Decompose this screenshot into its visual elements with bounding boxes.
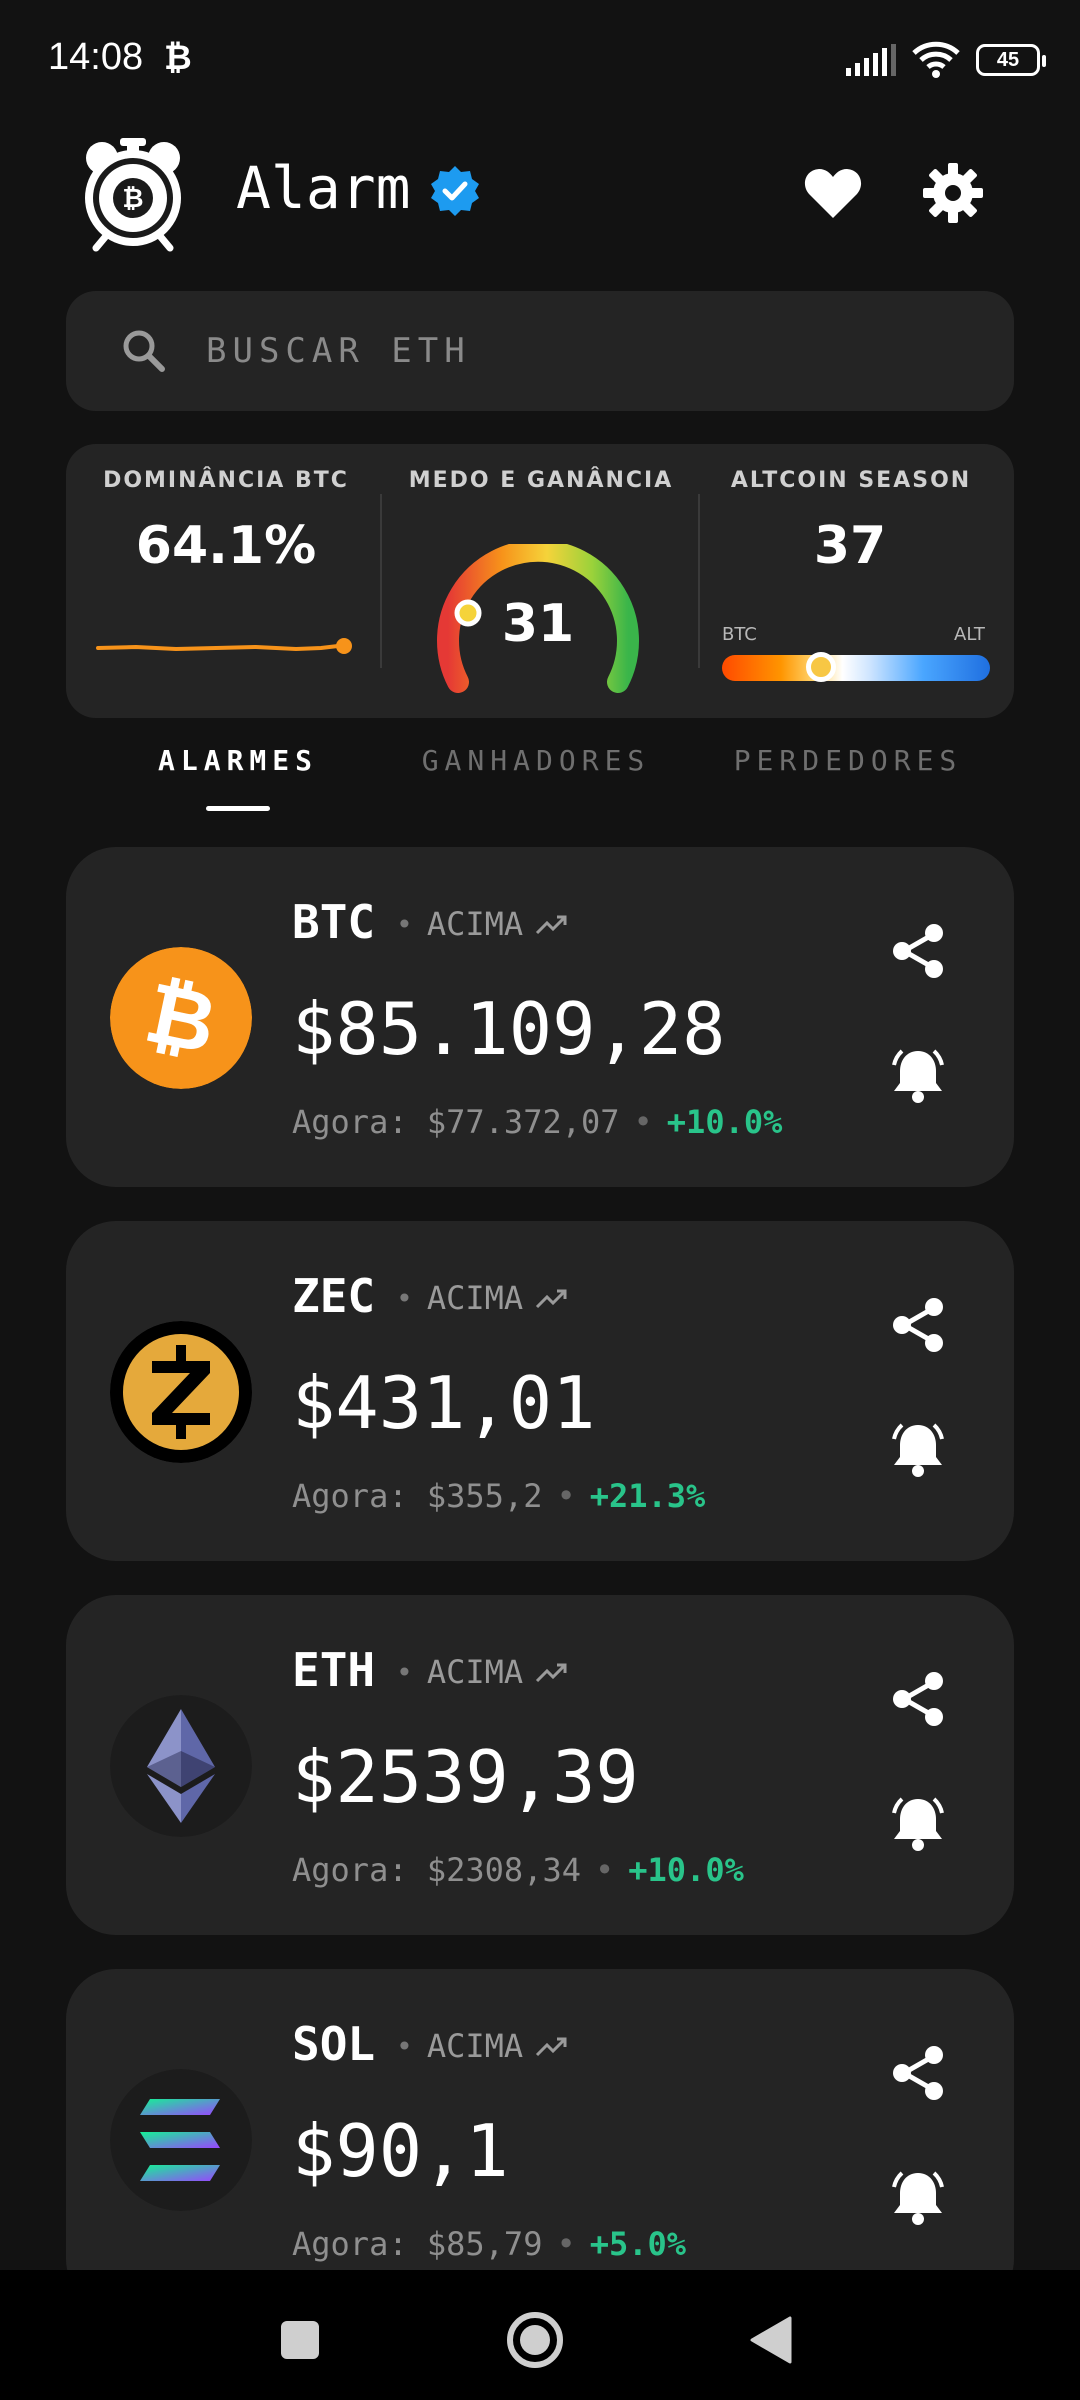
altseason-title: ALTCOIN SEASON [730,468,972,493]
current-price-line: Agora: $77.372,07 • +10.0% [292,1103,783,1141]
fear-greed-value: 31 [501,594,575,654]
bitcoin-icon: ₿ [110,947,252,1089]
altseason-marker [806,652,837,682]
recent-apps-button[interactable] [270,2310,330,2370]
battery-level: 45 [996,48,1020,71]
home-circle-icon [507,2312,563,2368]
app-title: Alarm [236,154,411,222]
solana-icon [110,2069,252,2211]
gear-icon [923,163,983,223]
price-change: +21.3% [589,1477,706,1515]
current-price: Agora: $85,79 [292,2225,543,2263]
alarm-bell-icon[interactable] [886,1417,950,1481]
search-icon [123,330,165,372]
bitcoin-notification-icon: ₿ [164,38,192,78]
alarm-direction: • ACIMA [396,2027,569,2065]
current-price-line: Agora: $2308,34 • +10.0% [292,1851,744,1889]
app-header: ₿ Alarm [0,130,1080,260]
coin-symbol: SOL [292,2017,376,2071]
share-icon[interactable] [886,2041,950,2105]
alarm-card[interactable]: ₿ BTC • ACIMA $85.109,28 Agora: $77.372,0… [66,847,1014,1187]
target-price: $90,1 [292,2109,509,2193]
alarm-card[interactable]: ETH • ACIMA $2539,39 Agora: $2308,34 • +10.… [66,1595,1014,1935]
signal-icon [846,44,896,76]
altseason-value: 37 [813,516,887,576]
altseason-alt-label: ALT [954,624,985,645]
alarm-clock-logo-icon: ₿ [85,138,181,252]
coin-symbol: BTC [292,895,376,949]
settings-button[interactable] [918,158,988,228]
tab-gainers[interactable]: GANHADORES [416,744,656,777]
fear-greed-title: MEDO E GANÂNCIA [408,468,674,493]
trending-up-icon [536,1289,567,1309]
system-navigation-bar [0,2270,1080,2400]
alarm-bell-icon[interactable] [886,2165,950,2229]
trending-up-icon [536,915,567,935]
current-price: Agora: $77.372,07 [292,1103,620,1141]
coin-symbol: ETH [292,1643,376,1697]
trending-up-icon [536,2037,567,2057]
status-icons: 45 [846,40,1046,80]
back-triangle-icon [750,2316,792,2364]
current-price: Agora: $355,2 [292,1477,543,1515]
alarm-card[interactable]: SOL • ACIMA $90,1 Agora: $85,79 • +5.0% [66,1969,1014,2309]
share-icon[interactable] [886,919,950,983]
app-screen: 14:08 ₿ 45 ₿ Alarm BUSCAR ETH DOMINÂNCIA… [0,0,1080,2400]
ethereum-icon [110,1695,252,1837]
share-icon[interactable] [886,1667,950,1731]
svg-text:₿: ₿ [122,184,143,214]
metrics-divider [380,494,382,668]
search-input[interactable] [206,331,966,371]
target-price: $431,01 [292,1361,596,1445]
alarm-bell-icon[interactable] [886,1791,950,1855]
favorites-button[interactable] [798,158,868,228]
share-icon[interactable] [886,1293,950,1357]
trending-up-icon [536,1663,567,1683]
metrics-divider [698,494,700,668]
wifi-icon [912,41,960,78]
price-change: +10.0% [628,1851,744,1889]
current-price-line: Agora: $355,2 • +21.3% [292,1477,706,1515]
tab-bar: ALARMES GANHADORES PERDEDORES [66,730,1014,820]
direction-label: ACIMA [426,2027,524,2065]
price-change: +10.0% [666,1103,783,1141]
alarm-card[interactable]: ZEC • ACIMA $431,01 Agora: $355,2 • +21.3% [66,1221,1014,1561]
square-icon [281,2321,319,2359]
search-bar[interactable] [66,291,1014,411]
tab-alarms[interactable]: ALARMES [158,744,318,777]
market-metrics-panel: DOMINÂNCIA BTC 64.1% MEDO E GANÂNCIA 31 [66,444,1014,718]
target-price: $85.109,28 [292,987,726,1071]
alarm-direction: • ACIMA [396,1279,569,1317]
altseason-btc-label: BTC [722,624,757,645]
alarm-direction: • ACIMA [396,1653,569,1691]
direction-label: ACIMA [426,1279,524,1317]
alarm-bell-icon[interactable] [886,1043,950,1107]
price-change: +5.0% [589,2225,687,2263]
zcash-icon [110,1321,252,1463]
verified-badge-icon [431,166,479,216]
dominance-title: DOMINÂNCIA BTC [103,468,349,493]
altseason-bar [722,652,990,682]
direction-label: ACIMA [426,905,524,943]
battery-icon: 45 [976,44,1046,76]
direction-label: ACIMA [426,1653,524,1691]
status-bar: 14:08 ₿ 45 [0,0,1080,120]
target-price: $2539,39 [292,1735,639,1819]
heart-icon [804,169,862,218]
active-tab-indicator [206,806,270,811]
status-time: 14:08 [48,36,144,78]
current-price: Agora: $2308,34 [292,1851,581,1889]
home-button[interactable] [505,2310,565,2370]
coin-symbol: ZEC [292,1269,376,1323]
back-button[interactable] [740,2310,800,2370]
alarm-direction: • ACIMA [396,905,569,943]
tab-losers[interactable]: PERDEDORES [728,744,968,777]
dominance-sparkline [96,638,352,654]
current-price-line: Agora: $85,79 • +5.0% [292,2225,687,2263]
dominance-value: 64.1% [135,516,317,576]
